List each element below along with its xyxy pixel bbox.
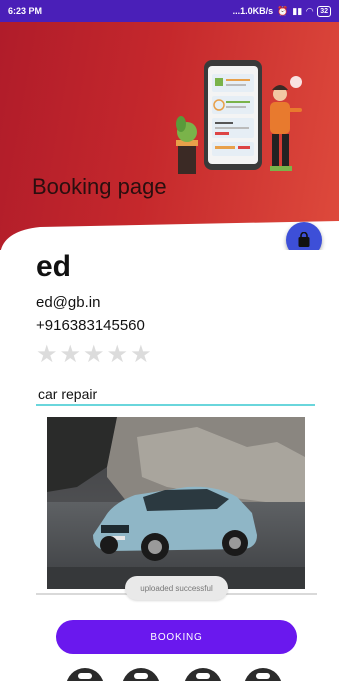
booking-button[interactable]: BOOKING — [56, 620, 297, 654]
header-banner: Booking page — [0, 22, 339, 250]
booking-illustration — [176, 60, 302, 174]
upload-toast: uploaded successful — [125, 576, 228, 600]
cart-button[interactable] — [286, 222, 322, 250]
car-photo — [47, 417, 305, 589]
alarm-icon: ⏰ — [277, 5, 289, 16]
star-icon[interactable]: ★ — [130, 343, 152, 367]
profile-icon[interactable] — [244, 668, 282, 681]
signal-icon: ▮▮ — [292, 5, 303, 16]
star-icon[interactable]: ★ — [107, 343, 129, 367]
shopping-bag-icon — [298, 232, 310, 247]
user-email: ed@gb.in — [36, 294, 101, 311]
star-icon[interactable]: ★ — [60, 343, 82, 367]
network-speed: ...1.0KB/s — [232, 6, 274, 16]
page-title: Booking page — [32, 174, 167, 199]
rating-bar[interactable]: ★ ★ ★ ★ ★ — [36, 343, 152, 367]
battery-icon: 32 — [317, 5, 331, 17]
home-icon[interactable] — [66, 668, 104, 681]
status-time: 6:23 PM — [8, 6, 43, 16]
status-bar: 6:23 PM ...1.0KB/s ⏰ ▮▮ ◠ 32 — [0, 0, 339, 22]
user-name: ed — [36, 250, 72, 283]
bottom-nav — [0, 664, 339, 681]
wifi-icon: ◠ — [306, 5, 314, 16]
star-icon[interactable]: ★ — [83, 343, 105, 367]
star-icon[interactable]: ★ — [36, 343, 58, 367]
service-input[interactable] — [36, 384, 315, 406]
search-icon[interactable] — [122, 668, 160, 681]
user-phone: +916383145560 — [36, 317, 145, 334]
status-indicators: ...1.0KB/s ⏰ ▮▮ ◠ 32 — [232, 5, 331, 17]
calendar-icon[interactable] — [184, 668, 222, 681]
